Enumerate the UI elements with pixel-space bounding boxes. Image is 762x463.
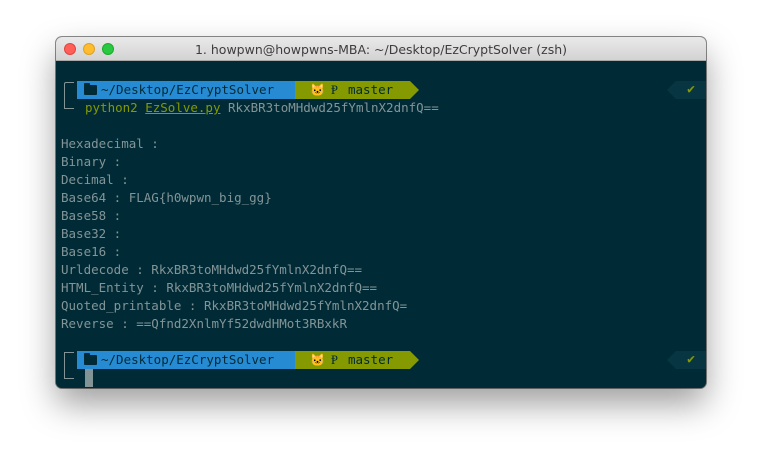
prompt-bracket-bottom bbox=[64, 100, 74, 109]
prompt-line: ~/Desktop/EzCryptSolver 🐱 Ᵽ master ✔ bbox=[77, 81, 706, 99]
segment-separator-icon bbox=[410, 351, 419, 369]
command-script[interactable]: EzSolve.py bbox=[145, 100, 220, 115]
terminal-window: 1. howpwn@howpwns-MBA: ~/Desktop/EzCrypt… bbox=[56, 37, 706, 388]
status-segment: ✔ bbox=[667, 351, 706, 369]
segment-cap-icon bbox=[667, 351, 676, 369]
segment-cap-icon bbox=[667, 81, 676, 99]
segment-separator-icon bbox=[410, 81, 419, 99]
branch-icon: Ᵽ bbox=[331, 352, 338, 367]
text-cursor[interactable] bbox=[85, 369, 93, 387]
path-segment: ~/Desktop/EzCryptSolver bbox=[77, 81, 304, 99]
output-line: Base64 : FLAG{h0wpwn_big_gg} bbox=[61, 190, 272, 205]
check-icon: ✔ bbox=[687, 352, 695, 367]
prompt-path: ~/Desktop/EzCryptSolver bbox=[101, 352, 275, 367]
folder-icon bbox=[84, 353, 97, 365]
prompt-path: ~/Desktop/EzCryptSolver bbox=[101, 82, 275, 97]
branch-icon: Ᵽ bbox=[331, 82, 338, 97]
folder-icon bbox=[84, 83, 97, 95]
command-program: python2 bbox=[85, 100, 138, 115]
octocat-icon: 🐱 bbox=[310, 353, 325, 367]
output-line: Binary : bbox=[61, 154, 122, 169]
output-line: Reverse : ==Qfnd2XnlmYf52dwdHMot3RBxkR bbox=[61, 316, 347, 331]
command-line: python2 EzSolve.py RkxBR3toMHdwd25fYmlnX… bbox=[85, 99, 439, 117]
window-title: 1. howpwn@howpwns-MBA: ~/Desktop/EzCrypt… bbox=[194, 42, 568, 57]
terminal-content[interactable]: ~/Desktop/EzCryptSolver 🐱 Ᵽ master ✔ pyt… bbox=[56, 61, 706, 388]
output-line: Urldecode : RkxBR3toMHdwd25fYmlnX2dnfQ== bbox=[61, 262, 363, 277]
prompt-bracket-bottom bbox=[64, 370, 74, 379]
git-branch: master bbox=[348, 352, 394, 367]
title-bar: 1. howpwn@howpwns-MBA: ~/Desktop/EzCrypt… bbox=[56, 37, 706, 61]
prompt-line: ~/Desktop/EzCryptSolver 🐱 Ᵽ master ✔ bbox=[77, 351, 706, 369]
git-segment: 🐱 Ᵽ master bbox=[295, 351, 419, 369]
octocat-icon: 🐱 bbox=[310, 83, 325, 97]
output-line: HTML_Entity : RkxBR3toMHdwd25fYmlnX2dnfQ… bbox=[61, 280, 378, 295]
output-line: Hexadecimal : bbox=[61, 136, 159, 151]
output-line: Base58 : bbox=[61, 208, 122, 223]
output-line: Base16 : bbox=[61, 244, 122, 259]
output-line: Quoted_printable : RkxBR3toMHdwd25fYmlnX… bbox=[61, 298, 408, 313]
path-segment: ~/Desktop/EzCryptSolver bbox=[77, 351, 304, 369]
git-branch: master bbox=[348, 82, 394, 97]
command-argument: RkxBR3toMHdwd25fYmlnX2dnfQ== bbox=[228, 100, 439, 115]
git-segment: 🐱 Ᵽ master bbox=[295, 81, 419, 99]
status-segment: ✔ bbox=[667, 81, 706, 99]
check-icon: ✔ bbox=[687, 82, 695, 97]
output-line: Decimal : bbox=[61, 172, 129, 187]
output-line: Base32 : bbox=[61, 226, 122, 241]
